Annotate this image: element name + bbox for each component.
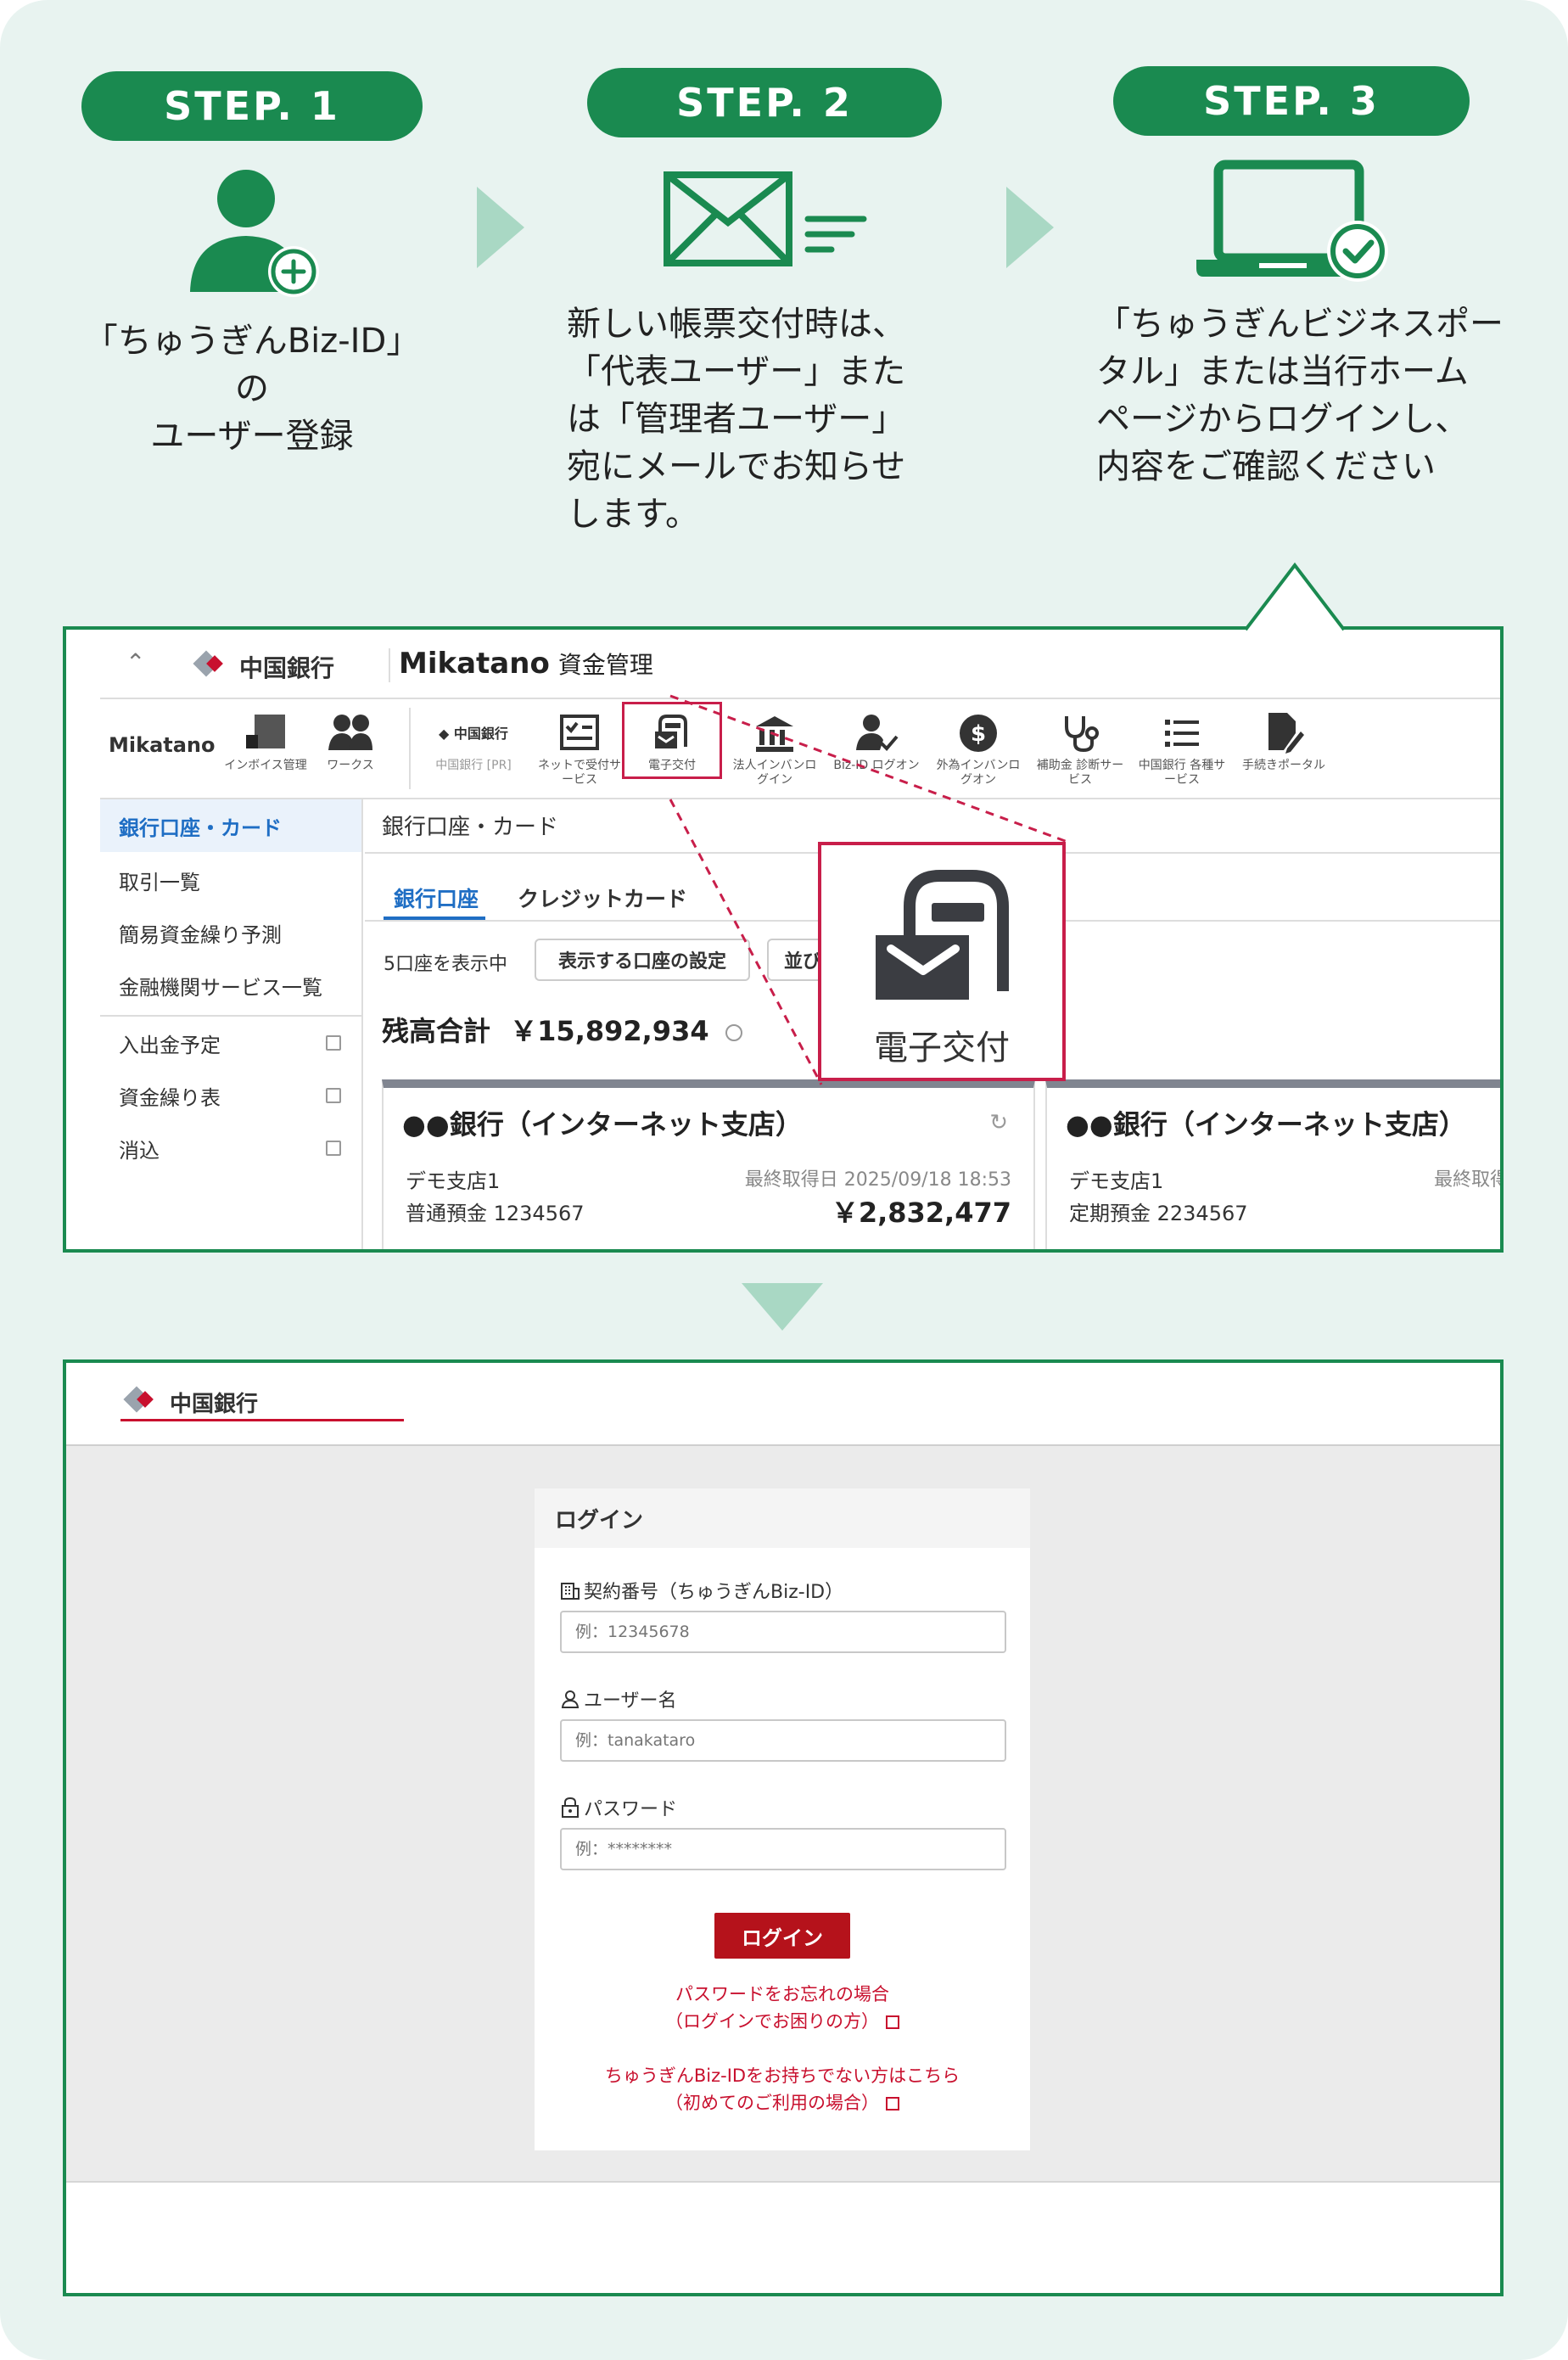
login-button[interactable]: ログイン	[714, 1913, 850, 1959]
login-footer	[66, 2181, 1500, 2293]
step-2-line: 新しい帳票交付時は、	[567, 305, 906, 344]
step-2-badge: STEP. 2	[587, 68, 942, 137]
step-3-badge: STEP. 3	[1113, 66, 1470, 136]
header-underline	[120, 1419, 404, 1421]
step-2-text: 新しい帳票交付時は、 「代表ユーザー」また は「管理者ユーザー」 宛にメールでお…	[567, 300, 957, 538]
step-2-line: します。	[567, 495, 699, 534]
callout-pointer	[1246, 562, 1344, 631]
bank-name: 中国銀行	[170, 1392, 259, 1417]
step-1-line: 「ちゅうぎんBiz-ID」の	[83, 322, 421, 408]
building-icon	[561, 1583, 580, 1600]
step-1-text: 「ちゅうぎんBiz-ID」の ユーザー登録	[81, 317, 423, 460]
field-label: パスワード	[584, 1799, 678, 1820]
login-card: ログイン 契約番号（ちゅうぎんBiz-ID） ユーザー名 パスワード ログイン	[535, 1488, 1030, 2150]
mail-icon	[664, 171, 867, 266]
link-line: （初めてのご利用の場合）	[665, 2093, 879, 2113]
contract-number-input[interactable]	[560, 1611, 1006, 1653]
portal-screenshot: ⌃ 中国銀行 Mikatano 資金管理 Mikatano インボイス管理 ワーク…	[63, 626, 1504, 1253]
forgot-password-link[interactable]: パスワードをお忘れの場合 （ログインでお困りの方）	[535, 1981, 1030, 2035]
step-3-line: タル」または当行ホーム	[1096, 352, 1469, 391]
login-header: 中国銀行	[66, 1363, 1500, 1446]
step-2-line: は「管理者ユーザー」	[567, 400, 906, 439]
link-line: （ログインでお困りの方）	[665, 2011, 879, 2032]
no-biz-id-link[interactable]: ちゅうぎんBiz-IDをお持ちでない方はこちら （初めてのご利用の場合）	[535, 2062, 1030, 2116]
e-delivery-icon	[876, 870, 1009, 1000]
password-input[interactable]	[560, 1828, 1006, 1870]
page: STEP. 1 「ちゅうぎんBiz-ID」の ユーザー登録 STEP. 2 新し…	[0, 0, 1568, 2360]
bank-logo: 中国銀行	[123, 1385, 259, 1418]
user-add-icon	[190, 170, 319, 297]
login-body: ログイン 契約番号（ちゅうぎんBiz-ID） ユーザー名 パスワード ログイン	[66, 1446, 1500, 2181]
password-label: パスワード	[560, 1794, 677, 1821]
step-3-line: 「ちゅうぎんビジネスポー	[1096, 305, 1504, 344]
arrow-right-icon	[1006, 187, 1054, 268]
step-3-text: 「ちゅうぎんビジネスポー タル」または当行ホーム ページからログインし、 内容を…	[1096, 300, 1504, 490]
login-screenshot: 中国銀行 ログイン 契約番号（ちゅうぎんBiz-ID） ユーザー名	[63, 1359, 1504, 2296]
e-delivery-zoom-label: 電子交付	[874, 1029, 1010, 1068]
step-2-line: 「代表ユーザー」また	[567, 352, 906, 391]
link-line: ちゅうぎんBiz-IDをお持ちでない方はこちら	[604, 2066, 960, 2086]
zoom-connector	[669, 694, 1068, 1085]
laptop-check-icon	[1196, 160, 1388, 282]
e-delivery-zoom: 電子交付	[818, 842, 1066, 1081]
step-3-line: 内容をご確認ください	[1096, 447, 1436, 486]
step-1-badge: STEP. 1	[81, 71, 423, 141]
lock-icon	[562, 1797, 579, 1818]
username-label: ユーザー名	[560, 1685, 677, 1713]
arrow-down-icon	[742, 1283, 823, 1331]
username-input[interactable]	[560, 1719, 1006, 1762]
user-icon	[561, 1690, 580, 1708]
field-label: ユーザー名	[584, 1690, 677, 1712]
field-label: 契約番号（ちゅうぎんBiz-ID）	[584, 1582, 844, 1603]
step-2-line: 宛にメールでお知らせ	[567, 447, 906, 486]
arrow-right-icon	[477, 187, 524, 268]
contract-number-label: 契約番号（ちゅうぎんBiz-ID）	[560, 1577, 843, 1604]
step-3-line: ページからログインし、	[1096, 400, 1470, 439]
link-line: パスワードをお忘れの場合	[675, 1984, 889, 2004]
step-1-line: ユーザー登録	[150, 417, 354, 456]
bank-mark-icon	[123, 1385, 161, 1415]
external-link-icon	[886, 2015, 899, 2029]
external-link-icon	[886, 2097, 899, 2111]
login-card-title: ログイン	[535, 1488, 1030, 1548]
